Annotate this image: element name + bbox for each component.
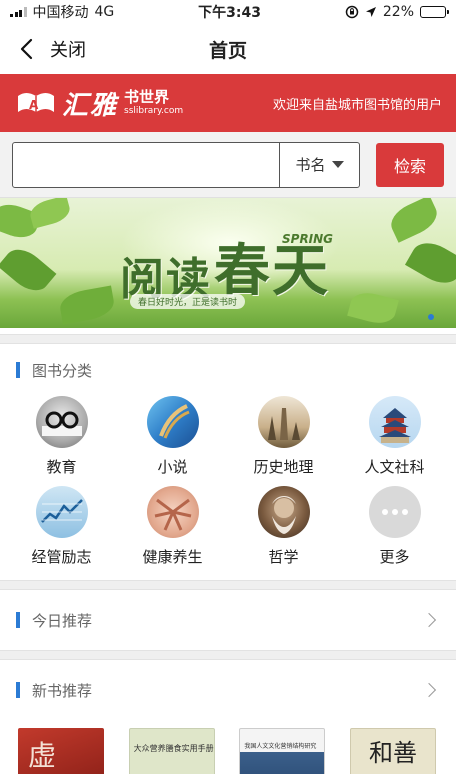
section-divider [0,334,456,344]
status-left: 中国移动 4G [10,2,114,22]
category-label: 经管励志 [31,548,92,566]
caret-down-icon [331,161,344,168]
logo-sub: 书世界 sslibrary.com [124,90,183,116]
leaf-decoration [385,198,443,243]
book-cover[interactable]: 大众营养膳食实用手册 [128,728,215,774]
signal-icon [10,7,27,17]
category-novel[interactable]: 小说 [117,396,228,478]
today-recommend-header[interactable]: 今日推荐 [0,590,456,650]
category-label: 小说 [157,458,188,476]
book-cover[interactable]: 我国人文文化营销结构研究 [239,728,326,774]
economics-icon [35,486,88,538]
section-accent-bar [16,612,20,628]
leaf-decoration [347,288,399,328]
chevron-right-icon [421,612,437,628]
leaf-decoration [0,241,57,299]
section-accent-bar [16,682,20,698]
category-humanities[interactable]: 人文社科 [339,396,450,478]
category-philosophy[interactable]: 哲学 [228,486,339,568]
category-economics[interactable]: 经管励志 [6,486,117,568]
category-section: 图书分类 教育 小说 历史地理 人文社科 经管励志 健康养生 哲学 更多 [0,344,456,580]
section-divider [0,650,456,660]
new-books-list: 虚 大众营养膳食实用手册 我国人文文化营销结构研究 和善 [0,720,456,774]
back-icon[interactable] [6,24,46,74]
category-header: 图书分类 [0,344,456,396]
welcome-text: 欢迎来自盐城市图书馆的用户 [272,97,442,113]
history-geography-icon [257,396,310,448]
book-logo-icon: A [18,93,54,112]
category-education[interactable]: 教育 [6,396,117,478]
section-accent-bar [16,362,20,378]
logo-text: 汇雅 [62,90,119,121]
close-button[interactable]: 关闭 [50,36,86,62]
novel-icon [146,396,199,448]
book-cover[interactable]: 和善 [349,728,436,774]
health-icon [146,486,199,538]
category-label: 更多 [379,548,410,566]
category-more[interactable]: 更多 [339,486,450,568]
banner-carousel[interactable]: 阅读 春天 SPRING 春日好时光，正是读书时 [0,198,456,328]
book-cover-text: 大众营养膳食实用手册 [133,744,214,753]
leaf-decoration [27,198,73,229]
battery-icon [420,6,449,18]
carousel-indicator[interactable] [428,314,434,320]
humanities-icon [368,396,421,448]
banner-spring-label: SPRING [282,232,334,246]
rotation-lock-icon [345,5,359,19]
today-recommend-title: 今日推荐 [32,611,93,630]
education-icon [35,396,88,448]
book-cover-text: 虚 [28,739,57,772]
book-cover-text: 我国人文文化营销结构研究 [244,743,317,750]
logo: A 汇雅 书世界 sslibrary.com [16,85,183,122]
category-label: 人文社科 [364,458,425,476]
section-divider [0,580,456,590]
nav-bar: 关闭 首页 [0,24,456,74]
new-books-title: 新书推荐 [32,681,93,700]
search-type-label: 书名 [295,156,326,174]
philosophy-icon [257,486,310,538]
banner-slogan: 春日好时光，正是读书时 [130,294,246,309]
category-label: 健康养生 [142,548,203,566]
carrier-label: 中国移动 [32,5,89,21]
chevron-right-icon [421,682,437,698]
network-label: 4G [94,4,115,20]
search-button[interactable]: 检索 [376,142,444,187]
more-icon [368,486,421,538]
search-input[interactable] [13,142,279,187]
search-box: 书名 [12,141,360,188]
page: 中国移动 4G 下午3:43 22% 关闭 首页 A 汇雅 书世界 sslibr… [0,0,456,774]
logo-sub-en: sslibrary.com [124,106,184,116]
category-label: 教育 [46,458,77,476]
book-cover[interactable]: 虚 [18,728,104,774]
leaf-decoration [57,285,117,325]
category-grid: 教育 小说 历史地理 人文社科 经管励志 健康养生 哲学 更多 [0,396,456,580]
leaf-decoration [404,235,456,291]
status-bar: 中国移动 4G 下午3:43 22% [0,0,456,24]
status-right: 22% [345,4,449,20]
category-history-geography[interactable]: 历史地理 [228,396,339,478]
new-books-header[interactable]: 新书推荐 [0,660,456,720]
location-icon [365,7,376,17]
search-type-dropdown[interactable]: 书名 [279,142,359,187]
clock: 下午3:43 [198,5,261,21]
book-cover-text: 和善 [368,739,417,767]
category-label: 哲学 [268,548,299,566]
battery-percent: 22% [382,4,414,20]
search-area: 书名 检索 [0,132,456,198]
category-label: 历史地理 [253,458,314,476]
brand-header: A 汇雅 书世界 sslibrary.com 欢迎来自盐城市图书馆的用户 [0,74,456,132]
category-health[interactable]: 健康养生 [117,486,228,568]
logo-sub-cn: 书世界 [124,88,170,106]
svg-text:A: A [29,98,39,112]
category-title: 图书分类 [32,361,93,380]
